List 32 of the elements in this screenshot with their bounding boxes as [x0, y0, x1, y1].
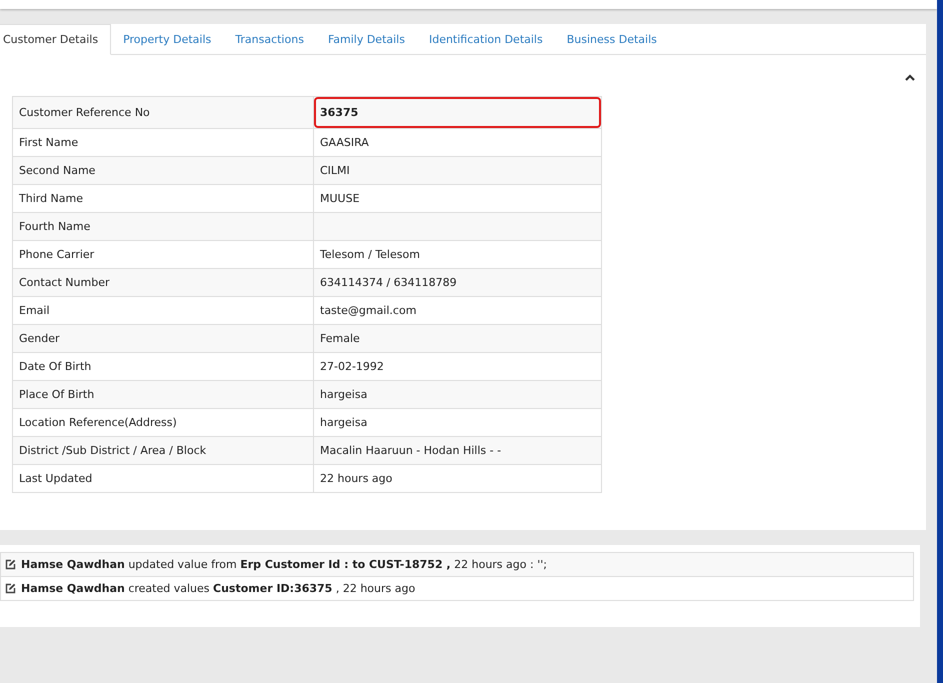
field-label: Gender — [13, 325, 314, 352]
tab[interactable]: Property Details — [111, 24, 224, 55]
tab[interactable]: Family Details — [316, 24, 417, 55]
field-label: Second Name — [13, 157, 314, 184]
tab[interactable]: Business Details — [554, 24, 669, 55]
field-value: Telesom / Telesom — [319, 247, 421, 263]
field-value: Macalin Haaruun - Hodan Hills - - — [319, 443, 502, 459]
edit-icon — [5, 583, 16, 594]
field-value: hargeisa — [319, 387, 368, 403]
field-value: 27-02-1992 — [319, 359, 385, 375]
field-value: MUUSE — [319, 191, 361, 207]
field-value: GAASIRA — [319, 135, 370, 151]
field-label: District /Sub District / Area / Block — [13, 437, 314, 464]
field-label: Contact Number — [13, 269, 314, 296]
tab[interactable]: Identification Details — [416, 24, 555, 55]
tab[interactable]: Customer Details — [0, 24, 112, 55]
field-value: 36375 — [314, 97, 601, 128]
field-label: Customer Reference No — [13, 97, 314, 128]
field-label: Last Updated — [13, 465, 314, 492]
tab[interactable]: Transactions — [223, 24, 316, 55]
field-value: Female — [319, 331, 361, 347]
log-entry: Hamse Qawdhan updated value from Erp Customer Id : to CUST-18752 , 22 hours ago : ''; — [21, 558, 547, 571]
collapse-icon[interactable] — [905, 74, 915, 81]
field-label: Fourth Name — [13, 213, 314, 240]
field-label: Place Of Birth — [13, 381, 314, 408]
field-value: 22 hours ago — [319, 471, 394, 487]
field-value: taste@gmail.com — [319, 303, 418, 319]
field-value: CILMI — [319, 163, 351, 179]
edit-icon — [5, 559, 16, 570]
log-entry: Hamse Qawdhan created values Customer ID:36375 , 22 hours ago — [21, 582, 416, 595]
field-value: 634114374 / 634118789 — [319, 275, 458, 291]
field-value: hargeisa — [319, 415, 368, 431]
